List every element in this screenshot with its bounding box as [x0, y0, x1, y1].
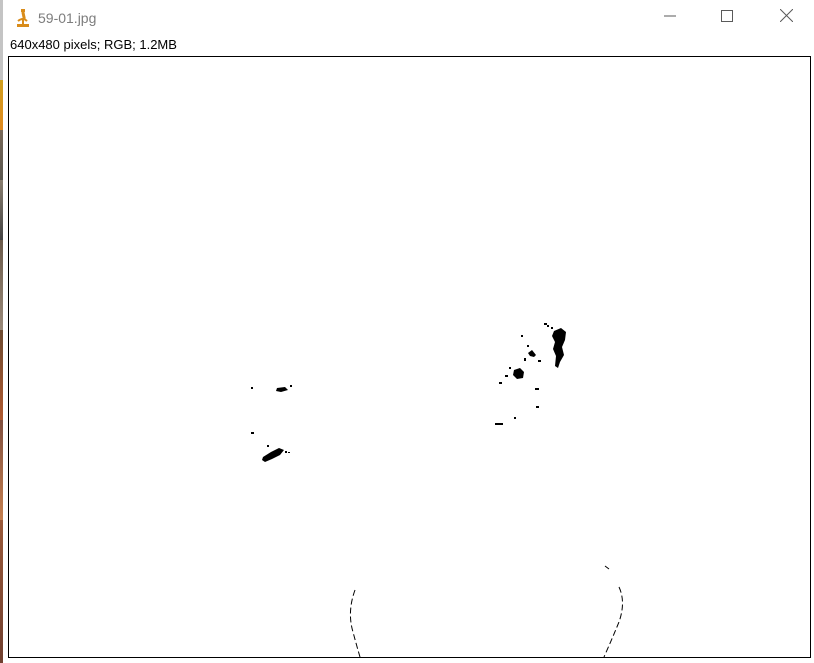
image-canvas[interactable] [8, 56, 811, 658]
maximize-button[interactable] [704, 0, 750, 36]
thresholded-image [251, 323, 623, 657]
maximize-icon [721, 9, 733, 27]
window-title: 59-01.jpg [38, 10, 97, 26]
image-info-label: 640x480 pixels; RGB; 1.2MB [10, 37, 177, 52]
blob-cluster-left [251, 385, 292, 462]
title-bar[interactable]: 59-01.jpg [3, 0, 814, 36]
background-desktop-strip [0, 0, 3, 663]
edge-arc-right [603, 565, 623, 657]
minimize-button[interactable] [647, 0, 693, 36]
image-window: 59-01.jpg 640x480 pixels; RGB; 1.2MB [0, 0, 814, 663]
blob-cluster-right [495, 323, 566, 425]
minimize-icon [664, 9, 676, 27]
close-button[interactable] [763, 0, 809, 36]
edge-arc-left [349, 589, 361, 657]
microscope-icon [16, 8, 30, 28]
close-icon [779, 8, 793, 27]
